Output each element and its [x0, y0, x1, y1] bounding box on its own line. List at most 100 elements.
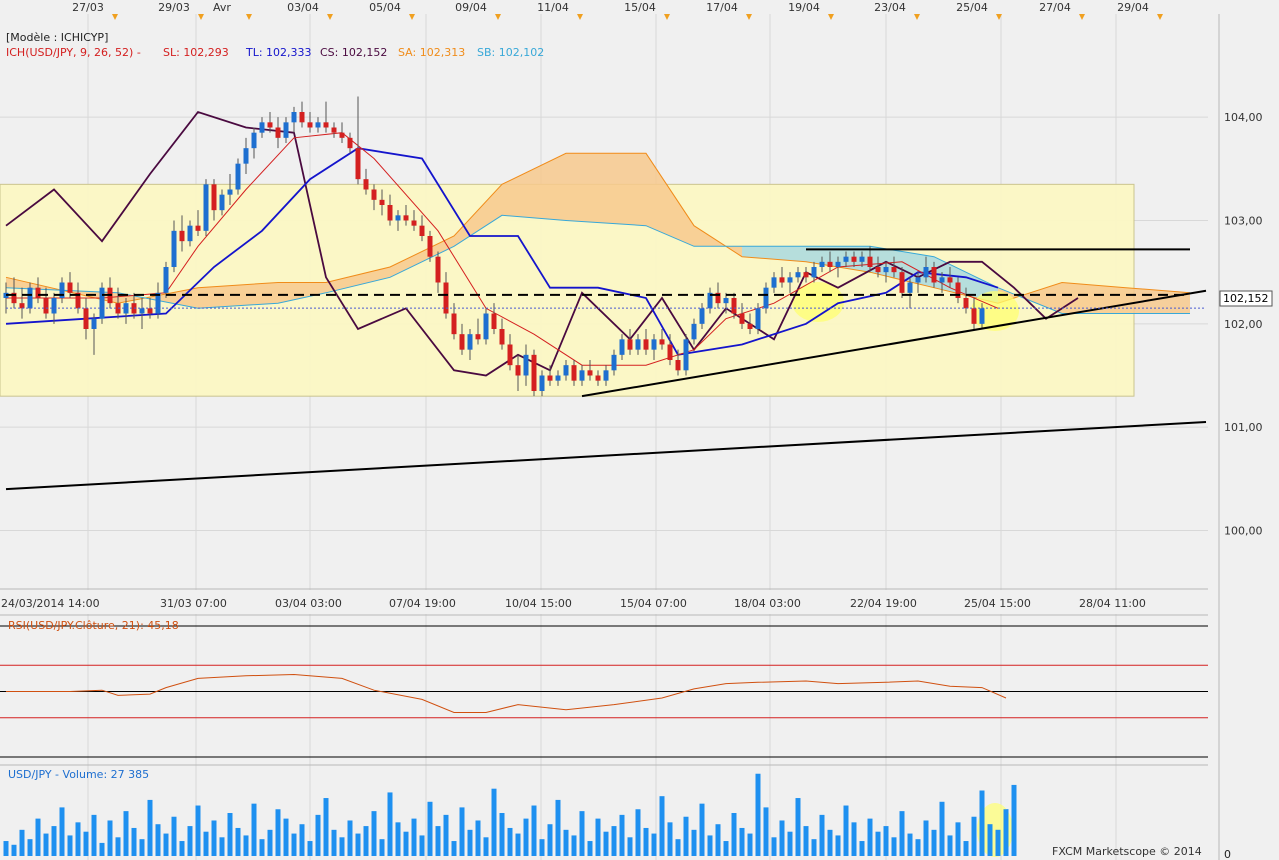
candle-body[interactable] [795, 272, 801, 278]
candle-body[interactable] [331, 127, 337, 133]
candle-body[interactable] [819, 261, 825, 267]
candle-body[interactable] [187, 225, 193, 242]
candle-body[interactable] [723, 298, 729, 304]
candle-body[interactable] [875, 267, 881, 273]
candle-body[interactable] [971, 308, 977, 324]
candle-body[interactable] [691, 323, 697, 340]
candle-body[interactable] [347, 137, 353, 149]
candle-body[interactable] [307, 122, 313, 128]
candle-body[interactable] [579, 370, 585, 381]
candle-body[interactable] [19, 303, 25, 309]
candle-body[interactable] [587, 370, 593, 376]
candle-body[interactable] [43, 298, 49, 314]
candle-body[interactable] [747, 323, 753, 329]
candle-body[interactable] [435, 256, 441, 283]
candle-body[interactable] [763, 287, 769, 309]
candle-body[interactable] [139, 308, 145, 314]
candle-body[interactable] [171, 230, 177, 267]
candle-body[interactable] [467, 334, 473, 350]
candle-body[interactable] [179, 230, 185, 242]
candle-body[interactable] [651, 339, 657, 350]
candle-body[interactable] [771, 277, 777, 288]
candle-body[interactable] [507, 344, 513, 366]
candle-body[interactable] [355, 148, 361, 180]
candle-body[interactable] [515, 365, 521, 376]
candle-body[interactable] [979, 308, 985, 324]
candle-body[interactable] [667, 344, 673, 361]
candle-body[interactable] [499, 329, 505, 345]
candle-body[interactable] [755, 308, 761, 329]
candle-body[interactable] [907, 282, 913, 293]
candle-body[interactable] [963, 298, 969, 309]
candle-body[interactable] [35, 287, 41, 298]
candle-body[interactable] [427, 236, 433, 257]
candle-body[interactable] [27, 287, 33, 309]
candle-body[interactable] [323, 122, 329, 128]
candle-body[interactable] [195, 225, 201, 231]
candle-body[interactable] [915, 277, 921, 283]
candle-body[interactable] [243, 148, 249, 164]
candle-body[interactable] [387, 205, 393, 221]
candle-body[interactable] [739, 313, 745, 324]
candle-body[interactable] [99, 287, 105, 319]
candle-body[interactable] [459, 334, 465, 350]
candle-body[interactable] [923, 267, 929, 278]
candle-body[interactable] [619, 339, 625, 355]
candle-body[interactable] [411, 220, 417, 226]
candle-body[interactable] [283, 122, 289, 138]
candle-body[interactable] [555, 375, 561, 381]
candle-body[interactable] [547, 375, 553, 381]
candle-body[interactable] [811, 267, 817, 278]
candle-body[interactable] [51, 298, 57, 314]
candle-body[interactable] [643, 339, 649, 350]
candle-body[interactable] [363, 179, 369, 190]
candle-body[interactable] [539, 375, 545, 392]
candle-body[interactable] [339, 132, 345, 138]
candle-body[interactable] [211, 184, 217, 211]
candle-body[interactable] [835, 261, 841, 267]
candle-body[interactable] [443, 282, 449, 314]
candle-body[interactable] [155, 292, 161, 314]
candle-body[interactable] [147, 308, 153, 314]
candle-body[interactable] [867, 256, 873, 267]
candle-body[interactable] [779, 277, 785, 283]
candle-body[interactable] [595, 375, 601, 381]
candle-body[interactable] [803, 272, 809, 278]
candle-body[interactable] [203, 184, 209, 231]
candle-body[interactable] [947, 277, 953, 283]
candle-body[interactable] [379, 199, 385, 205]
candle-body[interactable] [659, 339, 665, 345]
candle-body[interactable] [163, 267, 169, 293]
candle-body[interactable] [235, 163, 241, 190]
candle-body[interactable] [267, 122, 273, 128]
candle-body[interactable] [931, 267, 937, 283]
candle-body[interactable] [451, 313, 457, 335]
candle-body[interactable] [899, 272, 905, 293]
candle-body[interactable] [419, 225, 425, 236]
candle-body[interactable] [491, 313, 497, 330]
candle-body[interactable] [731, 298, 737, 314]
candle-body[interactable] [483, 313, 489, 340]
candle-body[interactable] [531, 354, 537, 391]
candle-body[interactable] [635, 339, 641, 350]
candle-body[interactable] [91, 318, 97, 329]
candle-body[interactable] [67, 282, 73, 293]
candle-body[interactable] [571, 365, 577, 381]
candle-body[interactable] [611, 354, 617, 371]
candle-body[interactable] [275, 127, 281, 138]
candle-body[interactable] [627, 339, 633, 350]
candle-body[interactable] [227, 189, 233, 195]
candle-body[interactable] [315, 122, 321, 128]
candle-body[interactable] [291, 112, 297, 123]
candle-body[interactable] [475, 334, 481, 340]
candle-body[interactable] [843, 256, 849, 262]
candle-body[interactable] [787, 277, 793, 283]
candle-body[interactable] [219, 194, 225, 211]
candle-body[interactable] [851, 256, 857, 262]
candle-body[interactable] [251, 132, 257, 149]
candle-body[interactable] [883, 267, 889, 273]
candle-body[interactable] [859, 256, 865, 262]
candle-body[interactable] [891, 267, 897, 273]
candle-body[interactable] [683, 339, 689, 371]
candle-body[interactable] [603, 370, 609, 381]
